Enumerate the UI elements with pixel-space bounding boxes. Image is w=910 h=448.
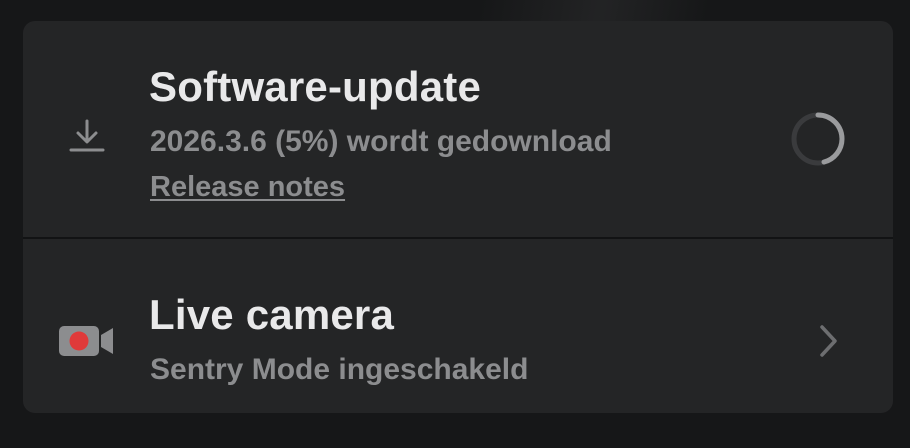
download-icon (67, 117, 107, 157)
camera-icon (57, 321, 117, 361)
sentry-mode-status: Sentry Mode ingeschakeld (150, 353, 529, 386)
spinner-icon (788, 109, 848, 169)
live-camera-title: Live camera (149, 291, 395, 338)
release-notes-link[interactable]: Release notes (150, 171, 345, 204)
live-camera-row[interactable]: Live camera Sentry Mode ingeschakeld (23, 239, 893, 413)
download-status-text: 2026.3.6 (5%) wordt gedownload (150, 125, 612, 158)
software-update-title: Software-update (149, 63, 482, 110)
vehicle-status-panel: Software-update 2026.3.6 (5%) wordt gedo… (23, 21, 893, 413)
software-update-row: Software-update 2026.3.6 (5%) wordt gedo… (23, 21, 893, 237)
chevron-right-icon (813, 321, 843, 361)
record-dot (69, 331, 89, 351)
